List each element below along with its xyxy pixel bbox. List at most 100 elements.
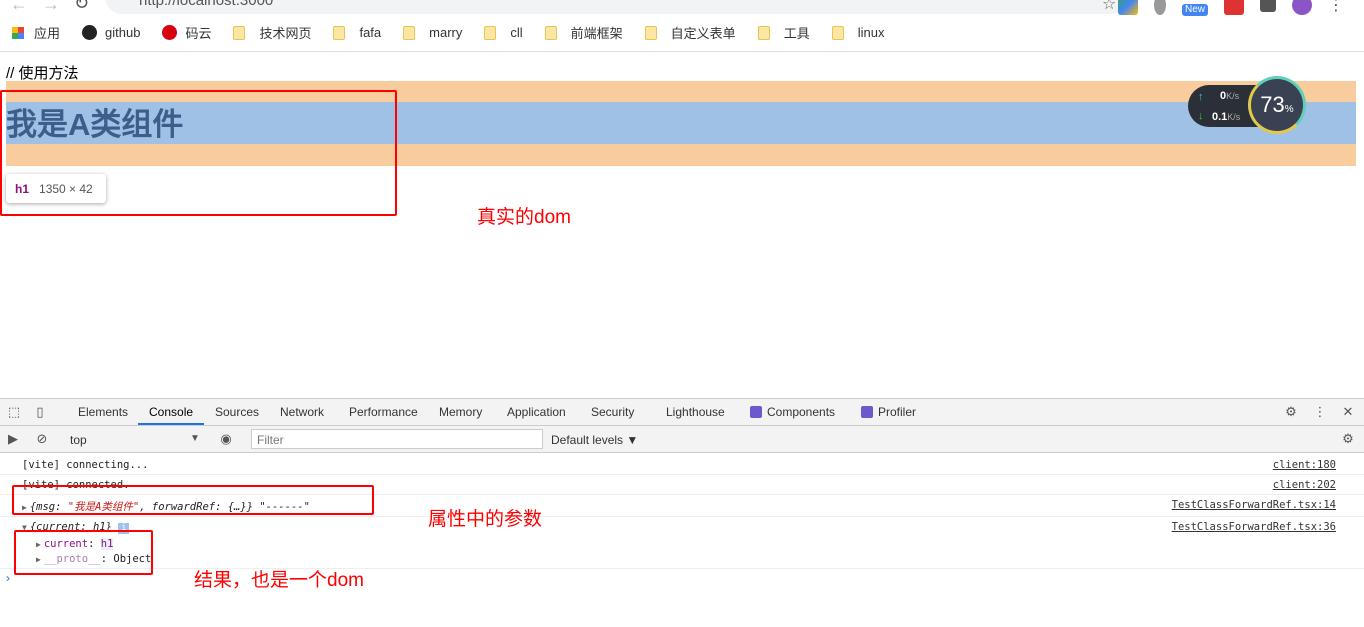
bookmark-label: cll	[510, 25, 523, 40]
log-text: [vite] connecting...	[22, 459, 149, 471]
bookmark-label: marry	[429, 25, 463, 40]
tree-item[interactable]: ▶ current: h1	[22, 538, 1364, 550]
folder-icon	[333, 25, 346, 40]
bookmark-label: 自定义表单	[670, 26, 736, 41]
log-source-link[interactable]: TestClassForwardRef.tsx:36	[1172, 521, 1336, 533]
filter-input[interactable]: Filter	[251, 429, 543, 449]
download-speed: 0.1	[1212, 111, 1228, 123]
log-source-link[interactable]: client:180	[1273, 459, 1336, 471]
console-message: [vite] connecting... client:180	[0, 455, 1364, 475]
forward-icon[interactable]: →	[42, 0, 60, 15]
settings-icon[interactable]: ⚙	[1284, 405, 1298, 419]
bookmark-label: linux	[857, 25, 885, 40]
bookmark-folder[interactable]: 自定义表单	[644, 23, 736, 42]
folder-icon	[233, 25, 246, 40]
bookmark-label: 前端框架	[570, 26, 623, 41]
annotation-box	[12, 485, 374, 515]
bookmark-folder[interactable]: cll	[484, 25, 523, 40]
tab-sources[interactable]: Sources	[215, 405, 259, 419]
memory-gauge[interactable]: 73%	[1248, 76, 1306, 134]
bookmark-github[interactable]: github	[82, 25, 140, 40]
bookmarks-bar: 应用 github 码云 技术网页 fafa marry cll 前端框架 自定…	[0, 14, 1364, 52]
devtools-tabs: ⬚ ▯ Elements Console Sources Network Per…	[0, 399, 1364, 426]
annotation-box	[14, 530, 153, 575]
bookmark-folder[interactable]: fafa	[333, 25, 381, 40]
gauge-percent: 73	[1260, 92, 1285, 117]
tab-lighthouse[interactable]: Lighthouse	[666, 405, 725, 419]
annotation-box	[0, 90, 397, 216]
bookmark-folder[interactable]: 工具	[757, 23, 810, 42]
tab-profiler[interactable]: Profiler	[861, 405, 916, 419]
close-icon[interactable]: ✕	[1341, 405, 1355, 419]
context-select[interactable]: top	[70, 433, 87, 447]
download-arrow-icon: ↓	[1198, 110, 1204, 122]
usage-text: // 使用方法	[6, 65, 79, 82]
extension-icon[interactable]	[1154, 0, 1166, 15]
console-prompt-icon[interactable]: ›	[6, 571, 10, 585]
bookmark-folder[interactable]: marry	[403, 25, 462, 40]
folder-icon	[831, 25, 844, 40]
annotation-real-dom: 真实的dom	[477, 207, 571, 228]
bookmark-apps[interactable]: 应用	[12, 23, 60, 42]
tree-item[interactable]: ▶ __proto__: Object	[22, 553, 1364, 565]
bookmark-label: 应用	[34, 26, 61, 41]
gitee-icon	[162, 25, 178, 40]
react-icon	[750, 406, 762, 418]
upload-unit: K/s	[1226, 91, 1240, 101]
tab-performance[interactable]: Performance	[349, 405, 418, 419]
puzzle-icon[interactable]	[1260, 0, 1276, 12]
chevron-down-icon: ▼	[190, 433, 200, 444]
bookmark-label: github	[105, 25, 141, 40]
tab-label: Profiler	[878, 405, 917, 419]
tab-memory[interactable]: Memory	[439, 405, 482, 419]
bookmark-label: fafa	[359, 25, 382, 40]
download-unit: K/s	[1227, 112, 1241, 122]
bookmark-folder[interactable]: 前端框架	[544, 23, 623, 42]
tab-application[interactable]: Application	[507, 405, 566, 419]
address-bar[interactable]: http://localhost:3000	[105, 0, 1127, 14]
eye-icon[interactable]: ◉	[219, 432, 233, 446]
bookmark-label: 技术网页	[259, 26, 312, 41]
log-source-link[interactable]: TestClassForwardRef.tsx:14	[1172, 499, 1336, 511]
back-icon[interactable]: ←	[10, 0, 28, 15]
inspect-element-icon[interactable]: ⬚	[7, 405, 21, 419]
folder-icon	[484, 25, 497, 40]
annotation-result: 结果，也是一个dom	[194, 570, 364, 591]
bookmark-label: 码云	[185, 26, 212, 41]
react-icon	[861, 406, 873, 418]
console-message[interactable]: ▼ {current: h1} i TestClassForwardRef.tsx…	[0, 517, 1364, 569]
tab-security[interactable]: Security	[591, 405, 634, 419]
folder-icon	[403, 25, 416, 40]
tab-components[interactable]: Components	[750, 405, 835, 419]
more-icon[interactable]: ⋮	[1313, 405, 1327, 419]
sidebar-toggle-icon[interactable]: ▶	[6, 432, 20, 446]
upload-arrow-icon: ↑	[1198, 91, 1204, 103]
gauge-percent-sign: %	[1284, 104, 1294, 115]
folder-icon	[544, 25, 557, 40]
bookmark-folder[interactable]: 技术网页	[233, 23, 311, 42]
menu-icon[interactable]: ⋮	[1328, 0, 1344, 15]
clear-console-icon[interactable]: ⊘	[35, 432, 49, 446]
tab-console[interactable]: Console	[149, 405, 193, 419]
folder-icon	[757, 25, 770, 40]
active-tab-indicator	[138, 423, 204, 425]
reload-icon[interactable]: ↻	[74, 0, 89, 14]
annotation-props-param: 属性中的参数	[428, 509, 543, 530]
avatar[interactable]	[1292, 0, 1312, 15]
bookmark-folder[interactable]: linux	[831, 25, 885, 40]
tab-label: Components	[767, 405, 836, 419]
extension-icon[interactable]	[1118, 0, 1138, 15]
apps-grid-icon	[12, 26, 24, 39]
tab-elements[interactable]: Elements	[78, 405, 128, 419]
levels-dropdown[interactable]: Default levels ▼	[551, 433, 638, 447]
github-icon	[82, 25, 98, 40]
log-source-link[interactable]: client:202	[1273, 479, 1336, 491]
console-settings-icon[interactable]: ⚙	[1341, 432, 1355, 446]
folder-icon	[644, 25, 657, 40]
extension-icon[interactable]	[1224, 0, 1244, 15]
bookmark-gitee[interactable]: 码云	[162, 23, 211, 42]
device-toolbar-icon[interactable]: ▯	[33, 405, 47, 419]
bookmark-star-icon[interactable]: ☆	[1102, 0, 1116, 14]
console-toolbar: ▶ ⊘ top ▼ ◉ Filter Default levels ▼ ⚙	[0, 426, 1364, 453]
tab-network[interactable]: Network	[280, 405, 324, 419]
